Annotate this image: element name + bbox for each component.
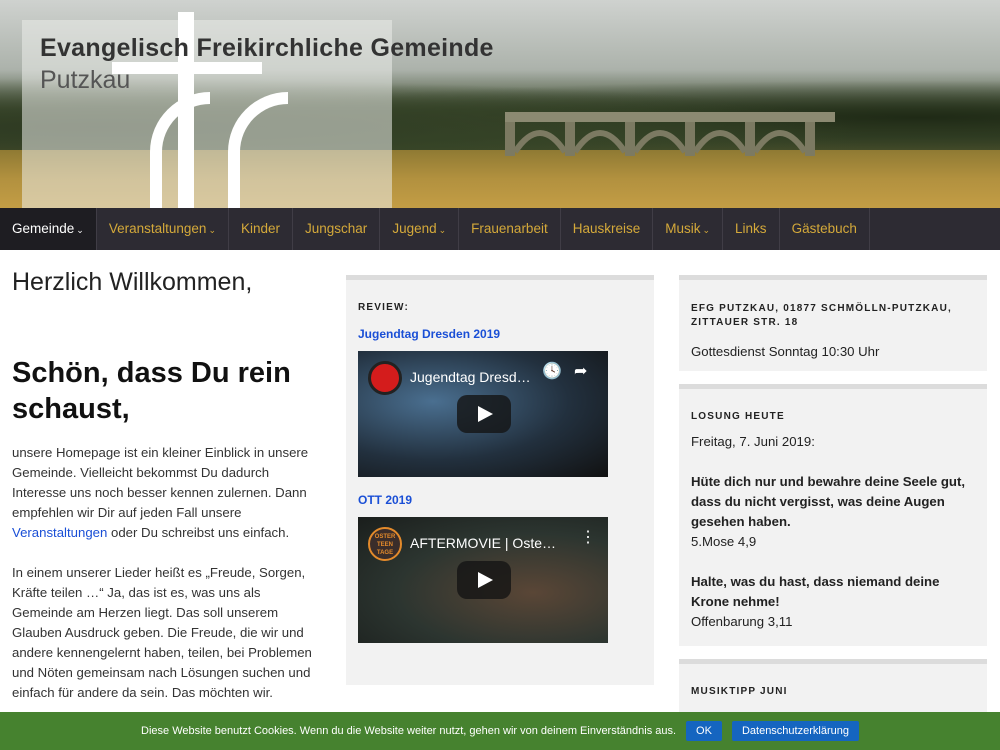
cookie-banner: Diese Website benutzt Cookies. Wenn du d… [0,712,1000,750]
song-paragraph: In einem unserer Lieder heißt es „Freude… [12,565,312,700]
more-options-icon[interactable]: ⋮ [580,527,596,547]
nav-item-gemeinde[interactable]: Gemeinde ⌄ [0,208,97,250]
main-content: Herzlich Willkommen, Schön, dass Du rein… [12,268,324,703]
play-button[interactable] [457,395,511,433]
losung-title: LOSUNG HEUTE [691,411,785,422]
page-headline: Schön, dass Du rein schaust, [12,357,291,425]
nav-item-hauskreise[interactable]: Hauskreise [561,208,654,250]
losung-date: Freitag, 7. Juni 2019: [691,434,815,449]
review-widget: REVIEW: Jugendtag Dresden 2019 Jugendtag… [346,275,654,685]
verse-1-reference[interactable]: 5.Mose 4,9 [691,532,975,552]
musiktipp-title: MUSIKTIPP JUNI [691,686,788,697]
chevron-down-icon: ⌄ [76,225,84,235]
intro-paragraph: unsere Homepage ist ein kleiner Einblick… [12,445,309,540]
chevron-down-icon: ⌄ [702,225,711,235]
video-link-jugendtag[interactable]: Jugendtag Dresden 2019 [358,327,642,341]
channel-avatar[interactable] [368,361,402,395]
nav-item-jungschar[interactable]: Jungschar [293,208,381,250]
play-button[interactable] [457,561,511,599]
nav-item-links[interactable]: Links [723,208,780,250]
video-title[interactable]: Jugendtag Dresd… [410,369,538,385]
service-time: Gottesdienst Sonntag 10:30 Uhr [691,344,880,359]
site-title[interactable]: Evangelisch Freikirchliche Gemeinde [40,34,494,63]
main-nav: Gemeinde ⌄ Veranstaltungen ⌄ Kinder Jungsc… [0,208,1000,250]
verse-1: Hüte dich nur und bewahre deine Seele gu… [691,474,966,529]
channel-avatar[interactable]: OSTER TEEN TAGE [368,527,402,561]
chevron-down-icon: ⌄ [208,225,216,235]
video-link-ott[interactable]: OTT 2019 [358,493,642,507]
video-embed-jugendtag[interactable]: Jugendtag Dresd… 🕓 ➦ [358,351,608,477]
nav-item-gaestebuch[interactable]: Gästebuch [780,208,870,250]
welcome-heading: Herzlich Willkommen, [12,268,253,296]
site-subtitle: Putzkau [40,66,131,94]
viaduct-image [505,112,835,156]
nav-item-jugend[interactable]: Jugend ⌄ [380,208,460,250]
nav-item-kinder[interactable]: Kinder [229,208,294,250]
cookie-ok-button[interactable]: OK [686,721,722,741]
verse-2: Halte, was du hast, dass niemand deine K… [691,574,940,609]
nav-item-veranstaltungen[interactable]: Veranstaltungen ⌄ [97,208,229,250]
nav-item-frauenarbeit[interactable]: Frauenarbeit [459,208,561,250]
veranstaltungen-link[interactable]: Veranstaltungen [12,525,107,540]
cookie-text: Diese Website benutzt Cookies. Wenn du d… [141,725,677,737]
header-banner: Evangelisch Freikirchliche Gemeinde Putz… [0,0,1000,208]
video-title[interactable]: AFTERMOVIE | Ostert… [410,535,560,551]
contact-widget: EFG PUTZKAU, 01877 SCHMÖLLN-PUTZKAU, ZIT… [679,275,987,371]
video-embed-ott[interactable]: OSTER TEEN TAGE AFTERMOVIE | Ostert… ⋮ [358,517,608,643]
losung-widget: LOSUNG HEUTE Freitag, 7. Juni 2019: Hüte… [679,384,987,646]
contact-title: EFG PUTZKAU, 01877 SCHMÖLLN-PUTZKAU, ZIT… [691,303,952,328]
nav-item-musik[interactable]: Musik ⌄ [653,208,724,250]
verse-2-reference[interactable]: Offenbarung 3,11 [691,612,975,632]
share-icon[interactable]: ➦ [574,361,587,381]
privacy-policy-button[interactable]: Datenschutzerklärung [731,721,859,741]
chevron-down-icon: ⌄ [438,225,447,235]
musiktipp-widget: MUSIKTIPP JUNI [679,659,987,719]
review-title: REVIEW: [358,302,409,313]
watch-later-icon[interactable]: 🕓 [542,361,562,381]
